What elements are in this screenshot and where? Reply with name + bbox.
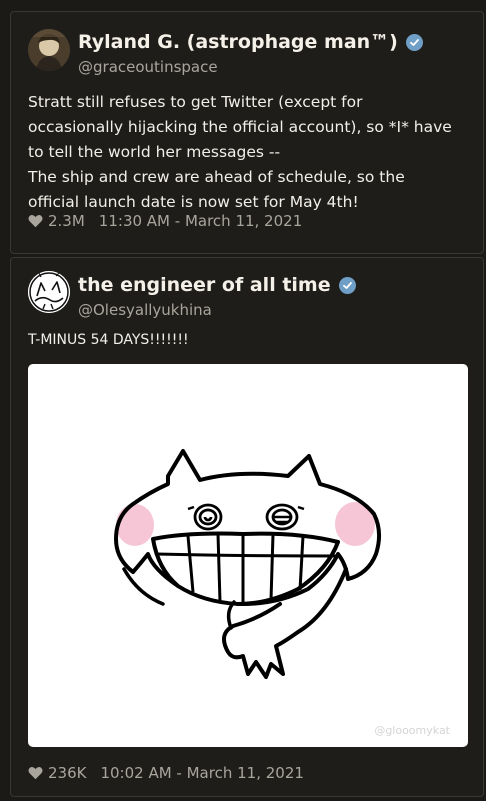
heart-icon[interactable] (28, 214, 43, 228)
display-name[interactable]: the engineer of all time (78, 274, 331, 296)
tweet-card[interactable]: the engineer of all time @Olesyallyukhin… (10, 257, 484, 797)
tweet-text-line: occasionally hijacking the official acco… (28, 118, 452, 136)
tweet-text: Stratt still refuses to get Twitter (exc… (28, 90, 478, 215)
user-handle[interactable]: @graceoutinspace (78, 58, 218, 76)
tweet-media-image[interactable]: @glooomykat (28, 364, 468, 747)
heart-icon[interactable] (28, 766, 43, 780)
verified-check-icon (405, 33, 423, 51)
avatar[interactable] (28, 271, 70, 313)
user-handle[interactable]: @Olesyallyukhina (78, 301, 212, 319)
avatar[interactable] (28, 29, 70, 71)
tweet-meta: 2.3M 11:30 AM - March 11, 2021 (28, 212, 302, 230)
media-watermark: @glooomykat (374, 724, 450, 737)
cat-doodle-avatar-icon (28, 271, 70, 313)
like-count: 2.3M (48, 212, 85, 230)
tweet-text-line: Stratt still refuses to get Twitter (exc… (28, 93, 363, 111)
tweet-meta: 236K 10:02 AM - March 11, 2021 (28, 764, 304, 782)
tweet-text-line: The ship and crew are ahead of schedule,… (28, 168, 405, 186)
grinning-cat-doodle-icon (114, 449, 381, 679)
timestamp[interactable]: 10:02 AM - March 11, 2021 (100, 764, 303, 782)
display-name[interactable]: Ryland G. (astrophage man™) (78, 31, 398, 53)
tweet-card[interactable]: Ryland G. (astrophage man™) @graceoutins… (10, 11, 484, 254)
verified-check-icon (338, 276, 356, 294)
tweet-text: T-MINUS 54 DAYS!!!!!!! (28, 332, 189, 348)
tweet-text-line: to tell the world her messages -- (28, 143, 281, 161)
timestamp[interactable]: 11:30 AM - March 11, 2021 (99, 212, 302, 230)
like-count: 236K (48, 764, 87, 782)
profile-photo-icon (28, 29, 70, 71)
